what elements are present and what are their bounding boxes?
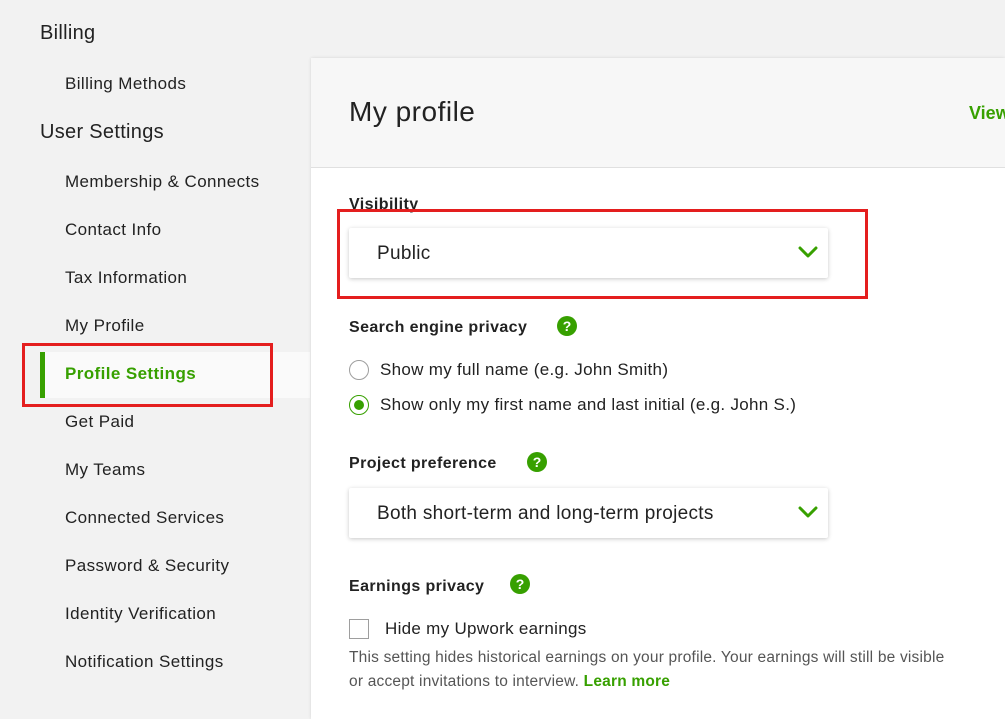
- sidebar-item-membership-connects[interactable]: Membership & Connects: [65, 172, 260, 192]
- chevron-down-icon: [798, 246, 818, 258]
- visibility-selected-value: Public: [377, 243, 431, 264]
- sidebar-item-get-paid[interactable]: Get Paid: [65, 412, 134, 432]
- sidebar-item-contact-info[interactable]: Contact Info: [65, 220, 161, 240]
- radio-label-first-name-initial: Show only my first name and last initial…: [380, 395, 797, 414]
- helper-text-line-2-text: or accept invitations to interview.: [349, 673, 580, 690]
- panel-header: My profile View: [311, 58, 1005, 168]
- hide-earnings-checkbox[interactable]: [349, 619, 369, 639]
- helper-text-line-1: This setting hides historical earnings o…: [349, 649, 945, 666]
- radio-show-first-name-initial[interactable]: Show only my first name and last initial…: [349, 395, 849, 417]
- hide-earnings-label: Hide my Upwork earnings: [385, 619, 587, 638]
- billing-section-title: Billing: [40, 22, 96, 44]
- radio-show-full-name[interactable]: Show my full name (e.g. John Smith): [349, 360, 849, 382]
- project-preference-selected-value: Both short-term and long-term projects: [377, 503, 714, 524]
- radio-button-checked[interactable]: [349, 395, 369, 415]
- project-preference-dropdown[interactable]: Both short-term and long-term projects: [349, 488, 828, 538]
- active-item-indicator: [40, 352, 45, 398]
- radio-button-unchecked[interactable]: [349, 360, 369, 380]
- visibility-dropdown[interactable]: Public: [349, 228, 828, 278]
- user-settings-section-title: User Settings: [40, 121, 164, 143]
- hide-earnings-checkbox-row[interactable]: Hide my Upwork earnings: [349, 619, 649, 641]
- earnings-privacy-label: Earnings privacy: [349, 578, 485, 595]
- profile-settings-panel: My profile View Visibility Public Search…: [311, 58, 1005, 719]
- search-privacy-help-icon[interactable]: ?: [557, 316, 577, 336]
- earnings-privacy-help-icon[interactable]: ?: [510, 574, 530, 594]
- chevron-down-icon: [798, 506, 818, 518]
- project-preference-label: Project preference: [349, 455, 497, 472]
- settings-sidebar: Billing Billing Methods User Settings Me…: [0, 0, 310, 719]
- radio-label-full-name: Show my full name (e.g. John Smith): [380, 360, 669, 379]
- sidebar-item-tax-information[interactable]: Tax Information: [65, 268, 187, 288]
- page-title: My profile: [349, 96, 476, 127]
- sidebar-item-notification-settings[interactable]: Notification Settings: [65, 652, 224, 672]
- learn-more-link[interactable]: Learn more: [584, 673, 670, 690]
- sidebar-item-identity-verification[interactable]: Identity Verification: [65, 604, 216, 624]
- sidebar-item-my-teams[interactable]: My Teams: [65, 460, 145, 480]
- project-preference-help-icon[interactable]: ?: [527, 452, 547, 472]
- earnings-privacy-helper-text: This setting hides historical earnings o…: [349, 646, 1005, 694]
- sidebar-item-billing-methods[interactable]: Billing Methods: [65, 74, 186, 94]
- sidebar-item-connected-services[interactable]: Connected Services: [65, 508, 224, 528]
- sidebar-item-my-profile[interactable]: My Profile: [65, 316, 145, 336]
- search-engine-privacy-label: Search engine privacy: [349, 319, 528, 336]
- sidebar-item-profile-settings[interactable]: Profile Settings: [65, 364, 196, 384]
- helper-text-line-2: or accept invitations to interview. Lear…: [349, 670, 1005, 694]
- view-profile-link[interactable]: View: [969, 103, 1005, 124]
- sidebar-item-password-security[interactable]: Password & Security: [65, 556, 229, 576]
- visibility-label: Visibility: [349, 196, 419, 213]
